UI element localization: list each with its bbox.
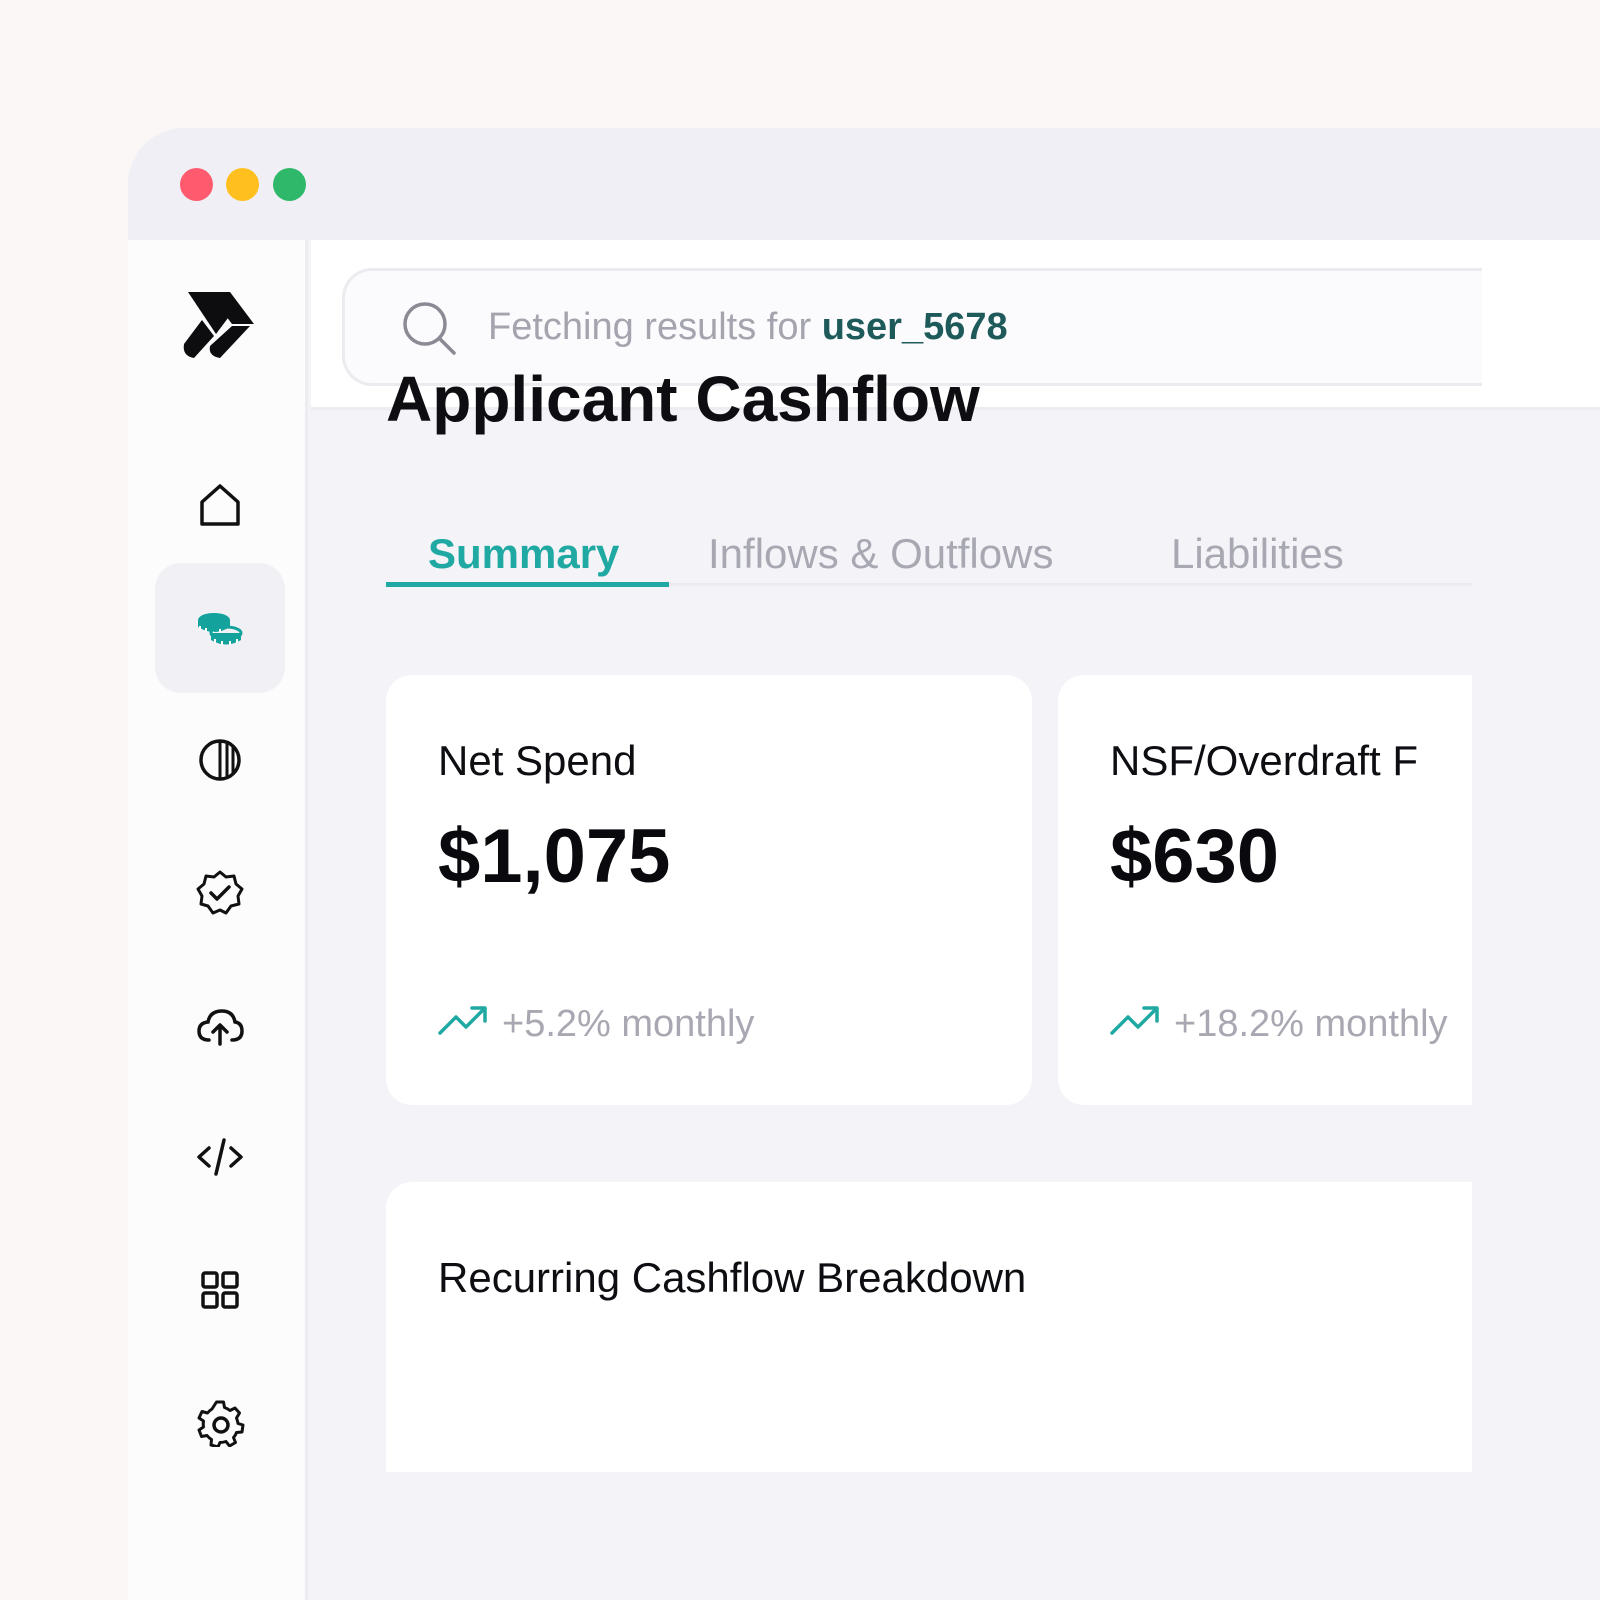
sidebar-item-analysis[interactable] [155,695,285,825]
sidebar-item-settings[interactable] [155,1357,285,1487]
card-value: $1,075 [438,814,671,899]
sidebar-item-home[interactable] [155,440,285,570]
card-value: $630 [1110,814,1280,899]
trend-text: +5.2% monthly [502,1003,755,1045]
tab-inflows-outflows[interactable]: Inflows & Outflows [708,530,1053,586]
metric-card-net-spend: Net Spend $1,075 +5.2% monthly [386,675,1032,1105]
tab-summary[interactable]: Summary [428,530,619,586]
minimize-window-button[interactable] [226,168,259,201]
sidebar-item-developer[interactable] [155,1092,285,1222]
sidebar-item-apps[interactable] [155,1225,285,1355]
title-bar [128,128,1600,240]
search-prefix: Fetching results for [488,306,822,348]
gear-icon [197,1400,245,1447]
sidebar-item-upload[interactable] [155,960,285,1090]
maximize-window-button[interactable] [273,168,306,201]
recurring-breakdown-panel: Recurring Cashflow Breakdown [386,1182,1472,1472]
card-label: NSF/Overdraft F [1110,737,1419,784]
brand-logo-icon[interactable] [180,290,256,360]
search-icon [403,302,456,355]
tab-bar: Summary Inflows & Outflows Liabilities [386,530,1472,586]
active-tab-indicator [386,582,669,587]
sidebar-item-verification[interactable] [155,828,285,958]
section-title: Recurring Cashflow Breakdown [438,1254,1027,1301]
metric-card-nsf-overdraft: NSF/Overdraft F $630 +18.2% monthly [1058,675,1472,1105]
card-label: Net Spend [438,737,637,784]
trend-text: +18.2% monthly [1174,1003,1448,1045]
search-user-id: user_5678 [821,306,1008,348]
code-icon [197,1138,243,1176]
grid-icon [201,1271,239,1309]
coins-icon [198,613,243,645]
home-icon [200,484,240,526]
verified-badge-icon [196,870,244,915]
trend-up-icon [438,1006,487,1035]
trend-up-icon [1110,1006,1159,1035]
sidebar [128,240,308,1600]
tab-liabilities[interactable]: Liabilities [1171,530,1344,586]
close-window-button[interactable] [180,168,213,201]
contrast-icon [199,739,241,781]
cloud-upload-icon [197,1009,244,1046]
sidebar-item-cashflow[interactable] [155,563,285,693]
page-title: Applicant Cashflow [386,363,980,435]
